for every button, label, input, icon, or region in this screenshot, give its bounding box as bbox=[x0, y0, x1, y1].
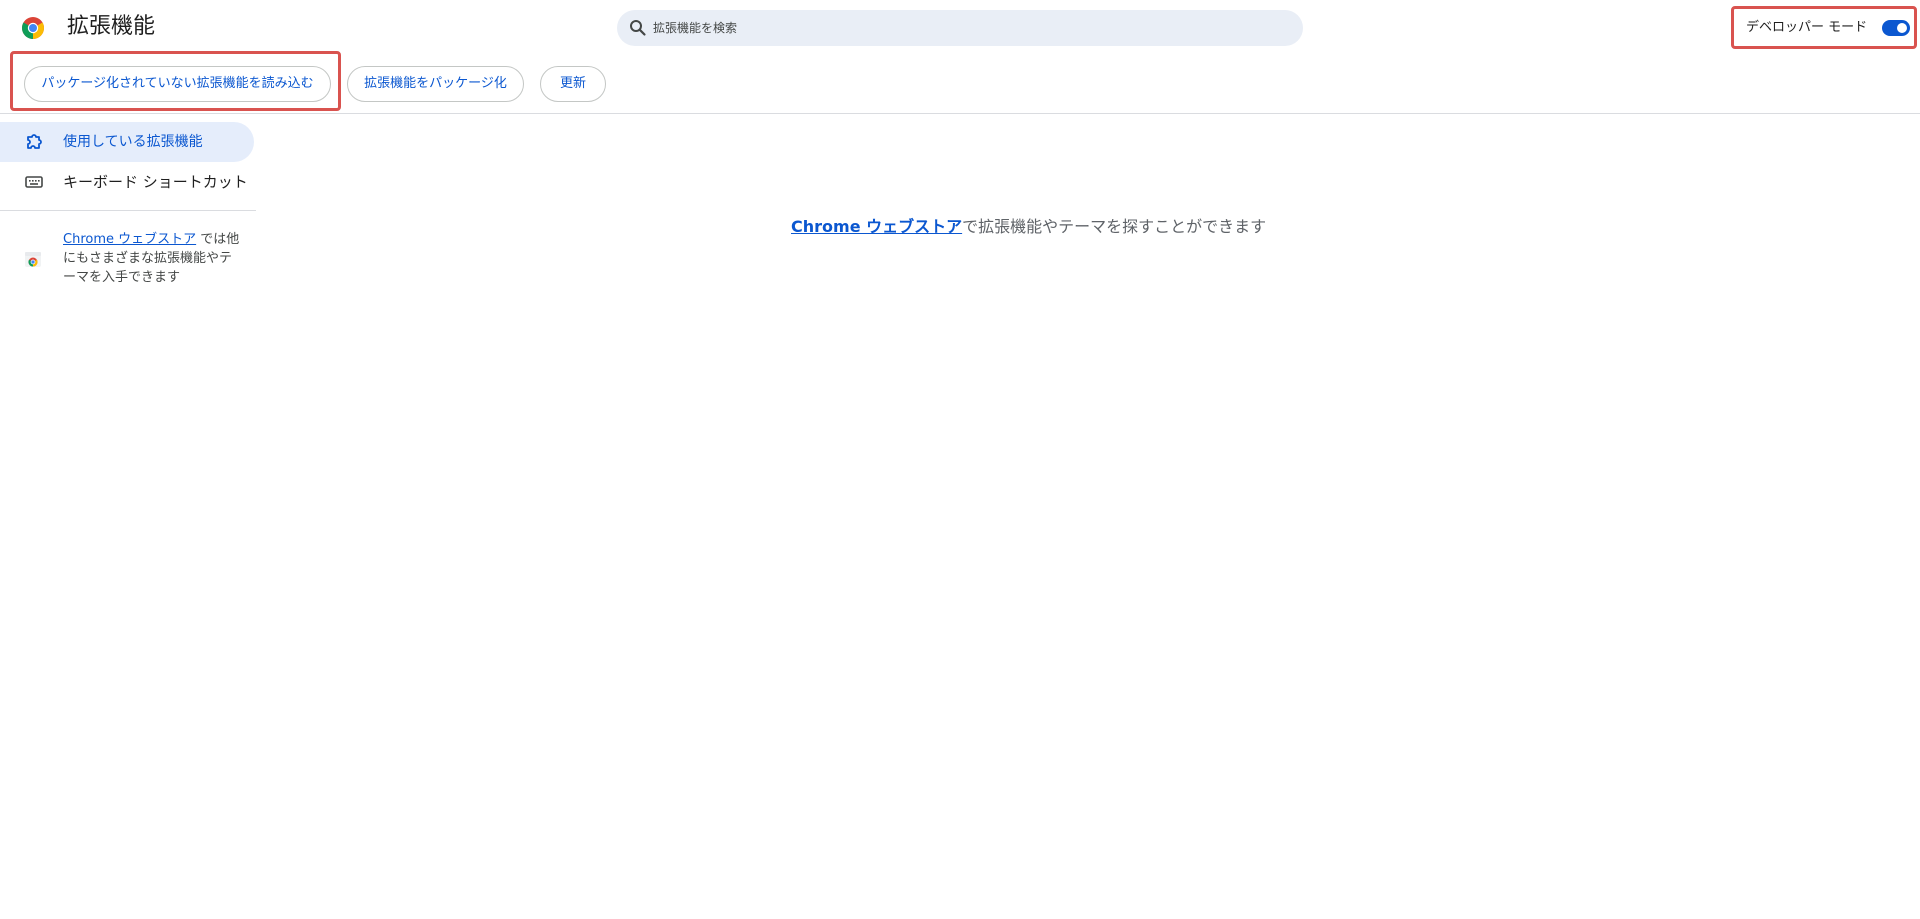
empty-state-text: で拡張機能やテーマを探すことができます bbox=[962, 217, 1267, 236]
web-store-promo-text: Chrome ウェブストア では他にもさまざまな拡張機能やテーマを入手できます bbox=[63, 230, 243, 287]
empty-state-message: Chrome ウェブストアで拡張機能やテーマを探すことができます bbox=[791, 215, 1266, 239]
page-title: 拡張機能 bbox=[67, 14, 156, 39]
keyboard-icon bbox=[24, 172, 44, 192]
web-store-icon bbox=[24, 250, 42, 268]
sidebar-item-my-extensions[interactable]: 使用している拡張機能 bbox=[0, 122, 254, 162]
search-input[interactable] bbox=[649, 10, 1289, 46]
update-button[interactable]: 更新 bbox=[540, 66, 606, 102]
developer-mode-label: デベロッパー モード bbox=[1746, 20, 1868, 35]
developer-toolbar: パッケージ化されていない拡張機能を読み込む 拡張機能をパッケージ化 更新 bbox=[0, 51, 1920, 114]
web-store-link[interactable]: Chrome ウェブストア bbox=[63, 232, 196, 247]
developer-mode-control: デベロッパー モード bbox=[1731, 6, 1917, 49]
chrome-logo-icon bbox=[21, 16, 45, 40]
search-icon bbox=[629, 19, 647, 37]
sidebar-item-keyboard-shortcuts[interactable]: キーボード ショートカット bbox=[0, 162, 254, 202]
search-box[interactable] bbox=[617, 10, 1303, 46]
sidebar-item-label: キーボード ショートカット bbox=[63, 173, 248, 191]
load-unpacked-button[interactable]: パッケージ化されていない拡張機能を読み込む bbox=[24, 66, 331, 102]
sidebar-item-label: 使用している拡張機能 bbox=[63, 134, 203, 150]
sidebar-divider bbox=[0, 210, 256, 211]
web-store-promo: Chrome ウェブストア では他にもさまざまな拡張機能やテーマを入手できます bbox=[0, 226, 256, 286]
pack-extension-button[interactable]: 拡張機能をパッケージ化 bbox=[347, 66, 524, 102]
developer-mode-toggle[interactable] bbox=[1882, 20, 1910, 36]
extension-puzzle-icon bbox=[24, 132, 44, 152]
header: 拡張機能 デベロッパー モード bbox=[0, 0, 1920, 56]
toggle-knob bbox=[1897, 23, 1907, 33]
empty-state-web-store-link[interactable]: Chrome ウェブストア bbox=[791, 217, 962, 236]
